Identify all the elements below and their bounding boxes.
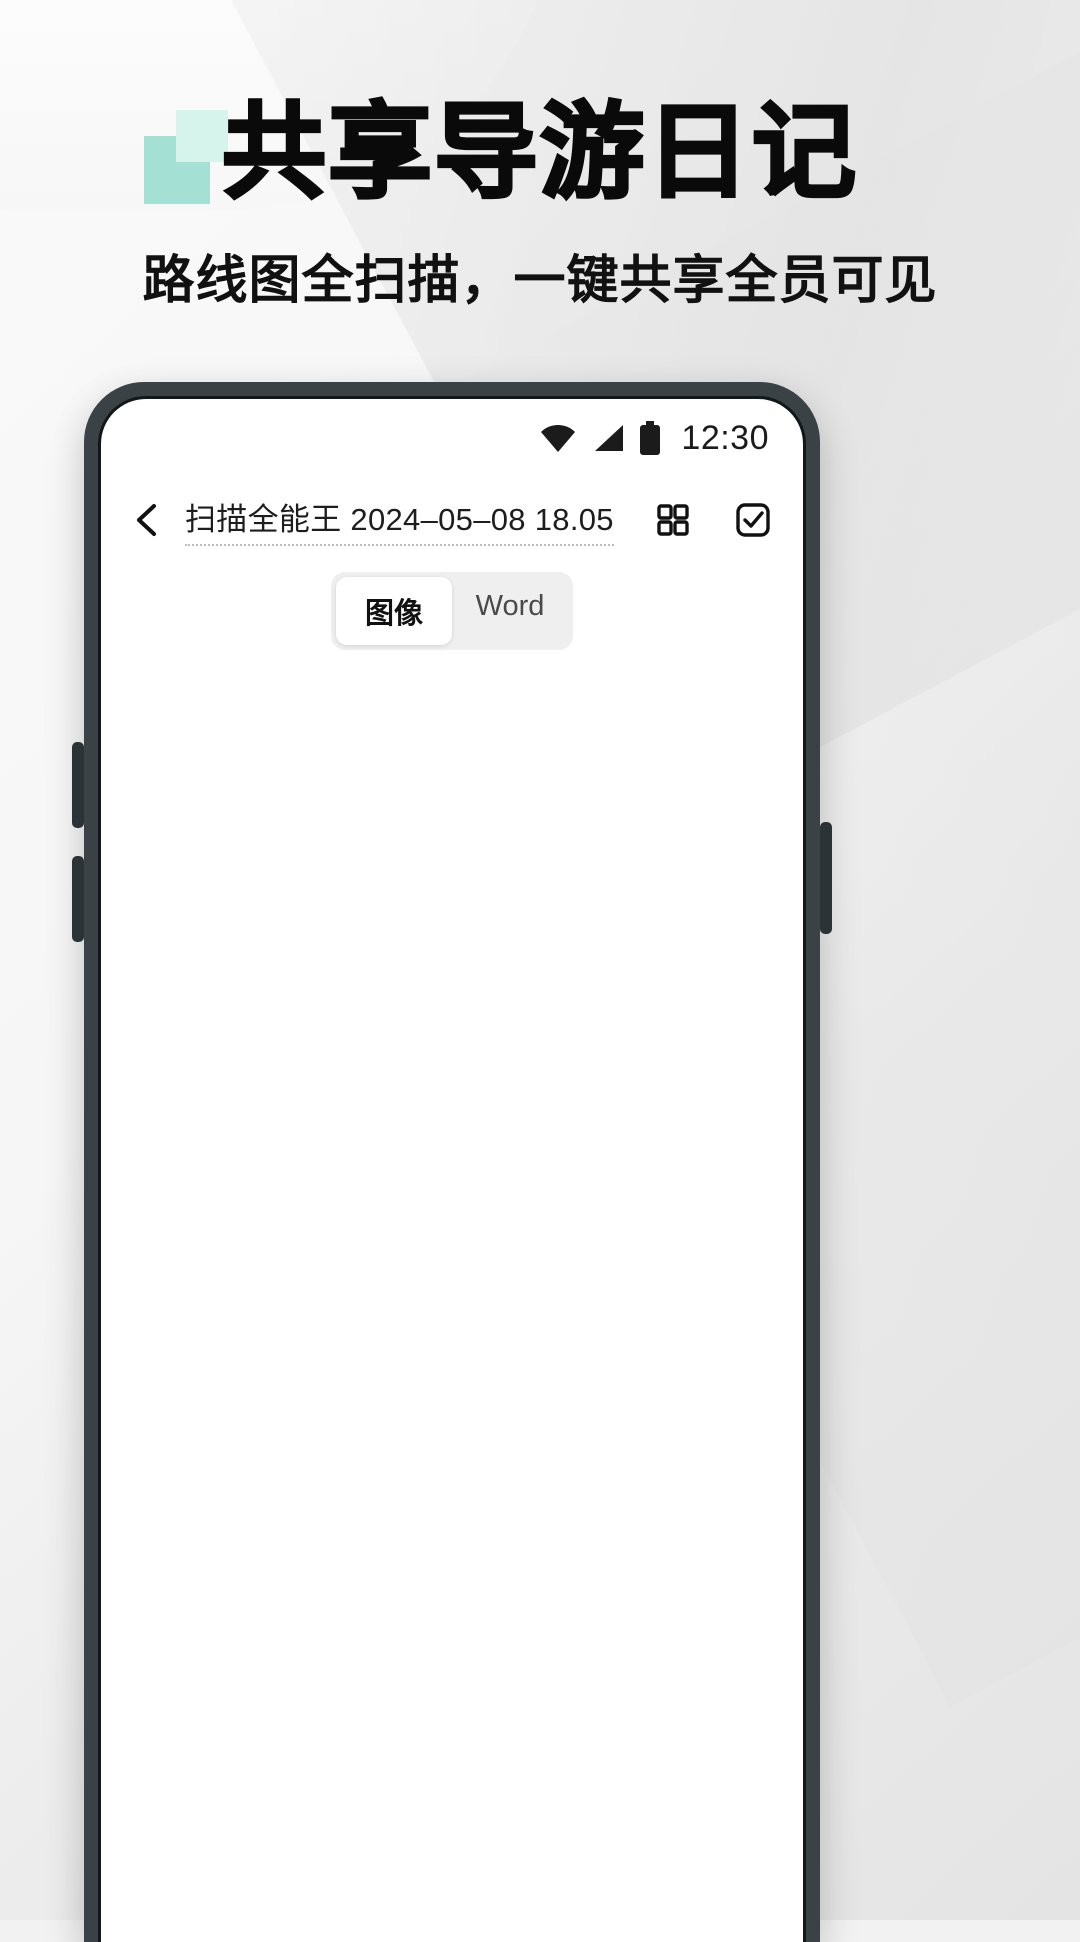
phone-screen: 12:30 扫描全能王 2024–05–08 18.05 图像 Word: [98, 396, 806, 1942]
chevron-left-icon[interactable]: [127, 499, 169, 541]
tab-word[interactable]: Word: [452, 577, 568, 645]
tab-group: 图像 Word: [331, 572, 573, 650]
phone-frame: 12:30 扫描全能王 2024–05–08 18.05 图像 Word: [72, 382, 832, 1942]
view-mode-tabs: 图像 Word: [101, 563, 803, 659]
phone-button-power[interactable]: [820, 822, 832, 934]
document-title-wrap[interactable]: 扫描全能王 2024–05–08 18.05: [185, 494, 614, 546]
phone-button-volume-down[interactable]: [72, 856, 84, 942]
poster-title: 共享导游日记: [220, 91, 858, 213]
headline-block: 共享导游日记 路线图全扫描，一键共享全员可见: [0, 91, 1080, 313]
grid-view-icon[interactable]: [652, 499, 694, 541]
checkbox-select-icon[interactable]: [732, 499, 774, 541]
cellular-signal-icon: [595, 425, 624, 451]
status-bar-clock: 12:30: [681, 418, 769, 457]
document-title[interactable]: 扫描全能王 2024–05–08 18.05: [185, 494, 614, 546]
status-bar: 12:30: [101, 399, 803, 477]
poster-subtitle: 路线图全扫描，一键共享全员可见: [142, 251, 938, 312]
battery-full-icon: [640, 421, 661, 455]
tab-image[interactable]: 图像: [336, 577, 452, 645]
phone-button-volume-up[interactable]: [72, 742, 84, 828]
navigation-bar: 扫描全能王 2024–05–08 18.05: [101, 477, 803, 563]
wifi-icon: [541, 424, 576, 452]
